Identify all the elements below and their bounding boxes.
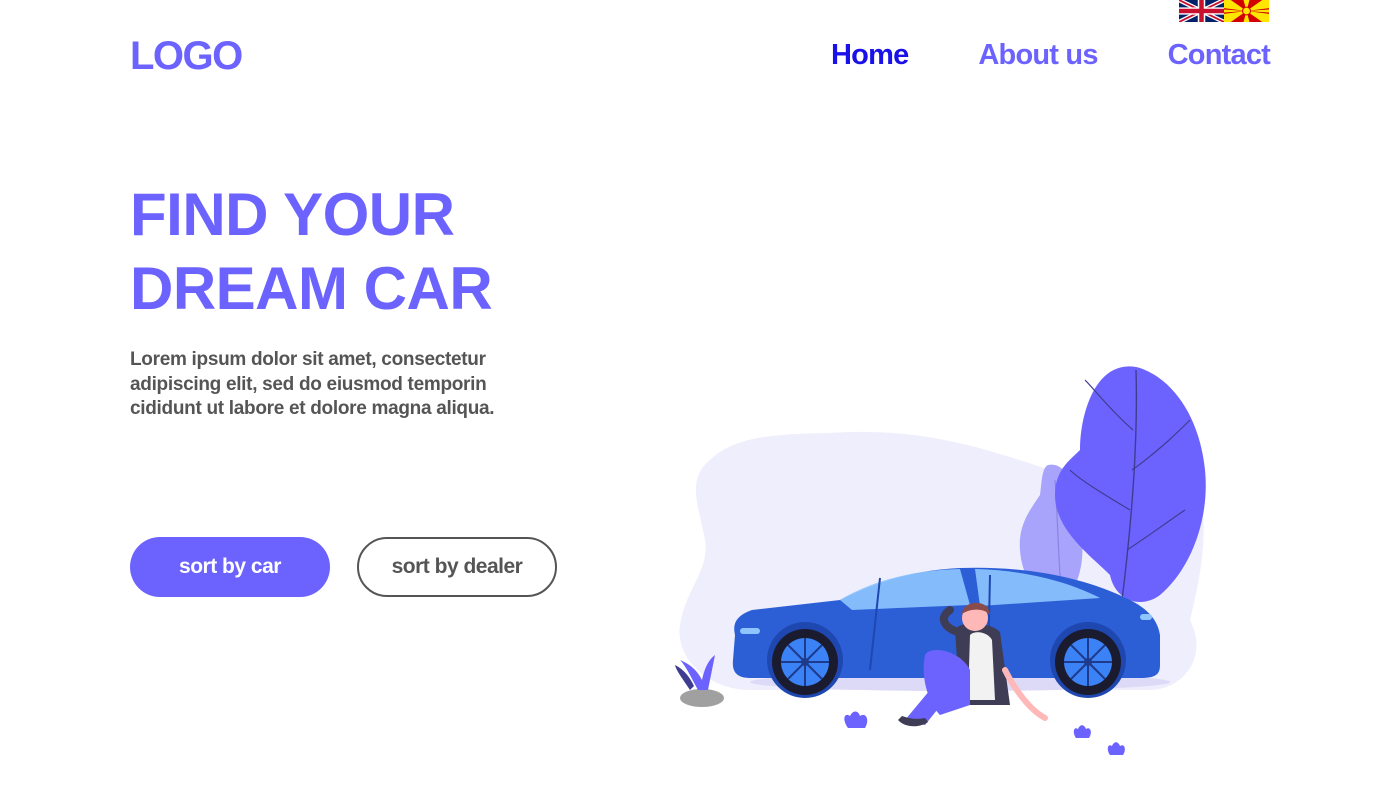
car-illustration [675,366,1206,755]
landing-page: LOGO Home About us Contact FIND YOUR DRE… [0,0,1400,800]
hero-title-line-1: FIND YOUR [130,181,455,248]
rear-wheel [1050,622,1126,698]
hero-title-line-2: DREAM CAR [130,255,493,322]
uk-flag-icon[interactable] [1179,0,1224,22]
ground-plants [844,711,1125,755]
sort-by-dealer-button[interactable]: sort by dealer [357,537,557,597]
sort-by-car-button[interactable]: sort by car [130,537,330,597]
nav-contact[interactable]: Contact [1168,36,1271,74]
macedonia-flag-icon[interactable] [1224,0,1269,22]
front-wheel [767,622,843,698]
logo[interactable]: LOGO [130,32,243,80]
hero-description: Lorem ipsum dolor sit amet, consectetur … [130,349,495,419]
main-nav: Home About us Contact [831,36,1271,74]
hero-title: FIND YOUR DREAM CAR [130,178,493,326]
language-switcher [1179,0,1270,22]
nav-home[interactable]: Home [831,36,909,74]
nav-about-us[interactable]: About us [978,36,1098,74]
